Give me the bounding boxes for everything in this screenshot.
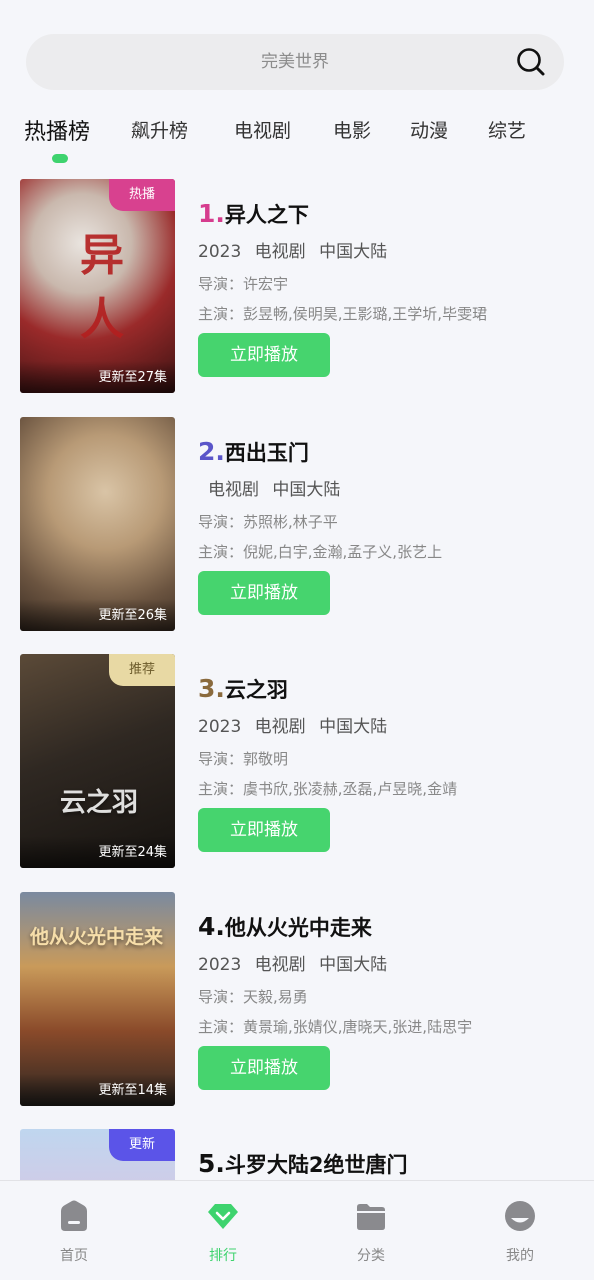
tab-tv[interactable]: 电视剧 xyxy=(234,116,291,143)
item-title-row[interactable]: 1.异人之下 xyxy=(198,199,309,229)
item-meta: 电视剧 中国大陆 xyxy=(208,475,348,500)
item-cast: 主演：彭昱畅,侯明昊,王影璐,王学圻,毕雯珺 xyxy=(198,305,488,323)
item-type: 电视剧 xyxy=(254,242,306,262)
item-info: 3.云之羽 2023 电视剧 中国大陆 导演：郭敬明 主演：虞书欣,张凌赫,丞磊… xyxy=(198,654,578,868)
tab-movie[interactable]: 电影 xyxy=(333,116,371,143)
search-input[interactable]: 完美世界 xyxy=(26,34,564,90)
list-item[interactable]: 他从火光中走来 更新至14集 4.他从火光中走来 2023 电视剧 中国大陆 导… xyxy=(0,892,594,1106)
item-info: 1.异人之下 2023 电视剧 中国大陆 导演：许宏宇 主演：彭昱畅,侯明昊,王… xyxy=(198,179,578,393)
list-item[interactable]: 异人 热播 更新至27集 1.异人之下 2023 电视剧 中国大陆 导演：许宏宇… xyxy=(0,179,594,393)
episode-count: 更新至27集 xyxy=(20,361,175,393)
bottom-nav: 首页 排行 分类 我的 xyxy=(0,1180,594,1280)
item-title-row[interactable]: 5.斗罗大陆2绝世唐门 xyxy=(198,1149,408,1179)
poster-image[interactable]: 云之羽 推荐 更新至24集 xyxy=(20,654,175,868)
recommend-badge: 推荐 xyxy=(109,654,175,686)
update-badge: 更新 xyxy=(109,1129,175,1161)
rank-number: 2. xyxy=(198,437,225,466)
item-title: 云之羽 xyxy=(224,678,288,702)
list-item[interactable]: 云之羽 推荐 更新至24集 3.云之羽 2023 电视剧 中国大陆 导演：郭敬明… xyxy=(0,654,594,868)
item-director: 导演：天毅,易勇 xyxy=(198,988,308,1006)
folder-icon xyxy=(357,1204,385,1230)
item-type: 电视剧 xyxy=(208,480,259,500)
item-year: 2023 xyxy=(198,955,242,975)
tab-rising[interactable]: 飙升榜 xyxy=(131,116,188,143)
active-tab-indicator xyxy=(52,154,68,163)
nav-label: 首页 xyxy=(60,1248,88,1264)
poster-image[interactable]: 更新 xyxy=(20,1129,175,1180)
item-region: 中国大陆 xyxy=(272,480,341,500)
item-type: 电视剧 xyxy=(254,717,306,737)
item-year: 2023 xyxy=(198,242,242,262)
nav-profile[interactable]: 我的 xyxy=(470,1199,570,1279)
search-bar[interactable]: 完美世界 xyxy=(26,34,564,90)
nav-label: 排行 xyxy=(209,1248,237,1264)
item-info: 4.他从火光中走来 2023 电视剧 中国大陆 导演：天毅,易勇 主演：黄景瑜,… xyxy=(198,892,578,1106)
item-cast: 主演：倪妮,白宇,金瀚,孟子义,张艺上 xyxy=(198,543,443,561)
play-button[interactable]: 立即播放 xyxy=(198,333,330,377)
item-cast: 主演：虞书欣,张凌赫,丞磊,卢昱晓,金靖 xyxy=(198,780,458,798)
item-cast: 主演：黄景瑜,张婧仪,唐晓天,张进,陆思宇 xyxy=(198,1018,473,1036)
item-meta: 2023 电视剧 中国大陆 xyxy=(198,950,395,975)
item-title: 异人之下 xyxy=(224,203,309,227)
item-title-row[interactable]: 3.云之羽 xyxy=(198,674,288,704)
ranking-list[interactable]: 异人 热播 更新至27集 1.异人之下 2023 电视剧 中国大陆 导演：许宏宇… xyxy=(0,179,594,1180)
item-meta: 2023 电视剧 中国大陆 xyxy=(198,712,395,737)
rank-number: 5. xyxy=(198,1149,225,1178)
item-director: 导演：郭敬明 xyxy=(198,750,289,768)
play-button[interactable]: 立即播放 xyxy=(198,808,330,852)
item-title: 他从火光中走来 xyxy=(224,916,372,940)
item-title-row[interactable]: 4.他从火光中走来 xyxy=(198,912,372,942)
item-meta: 2023 电视剧 中国大陆 xyxy=(198,237,395,262)
tab-hot[interactable]: 热播榜 xyxy=(24,114,90,146)
poster-title-text: 他从火光中走来 xyxy=(30,926,164,948)
item-director: 导演：苏照彬,林子平 xyxy=(198,513,338,531)
item-region: 中国大陆 xyxy=(319,242,388,262)
episode-count: 更新至24集 xyxy=(20,836,175,868)
tab-variety[interactable]: 综艺 xyxy=(488,116,526,143)
category-tabs: 热播榜 飙升榜 电视剧 电影 动漫 综艺 xyxy=(0,108,594,168)
item-title-row[interactable]: 2.西出玉门 xyxy=(198,437,309,467)
ranking-icon xyxy=(208,1204,238,1229)
item-title: 西出玉门 xyxy=(224,441,309,465)
poster-image[interactable]: 更新至26集 xyxy=(20,417,175,631)
nav-ranking[interactable]: 排行 xyxy=(173,1199,273,1279)
nav-home[interactable]: 首页 xyxy=(24,1199,124,1279)
rank-number: 3. xyxy=(198,674,225,703)
nav-label: 分类 xyxy=(357,1248,385,1264)
list-item[interactable]: 更新 5.斗罗大陆2绝世唐门 xyxy=(0,1129,594,1180)
episode-count: 更新至26集 xyxy=(20,599,175,631)
item-title: 斗罗大陆2绝世唐门 xyxy=(224,1153,408,1177)
profile-icon xyxy=(505,1201,535,1231)
nav-label: 我的 xyxy=(506,1248,534,1264)
item-info: 2.西出玉门 电视剧 中国大陆 导演：苏照彬,林子平 主演：倪妮,白宇,金瀚,孟… xyxy=(198,417,578,631)
home-icon xyxy=(61,1200,87,1231)
item-region: 中国大陆 xyxy=(319,955,388,975)
item-info: 5.斗罗大陆2绝世唐门 xyxy=(198,1129,578,1180)
item-year: 2023 xyxy=(198,717,242,737)
item-director: 导演：许宏宇 xyxy=(198,275,289,293)
item-type: 电视剧 xyxy=(254,955,306,975)
nav-category[interactable]: 分类 xyxy=(321,1199,421,1279)
poster-image[interactable]: 他从火光中走来 更新至14集 xyxy=(20,892,175,1106)
item-region: 中国大陆 xyxy=(319,717,388,737)
play-button[interactable]: 立即播放 xyxy=(198,1046,330,1090)
rank-number: 4. xyxy=(198,912,225,941)
hot-badge: 热播 xyxy=(109,179,175,211)
play-button[interactable]: 立即播放 xyxy=(198,571,330,615)
rank-number: 1. xyxy=(198,199,225,228)
poster-title-text: 云之羽 xyxy=(60,788,139,818)
list-item[interactable]: 更新至26集 2.西出玉门 电视剧 中国大陆 导演：苏照彬,林子平 主演：倪妮,… xyxy=(0,417,594,631)
tab-anime[interactable]: 动漫 xyxy=(410,116,448,143)
poster-image[interactable]: 异人 热播 更新至27集 xyxy=(20,179,175,393)
episode-count: 更新至14集 xyxy=(20,1074,175,1106)
search-icon[interactable] xyxy=(516,47,546,77)
